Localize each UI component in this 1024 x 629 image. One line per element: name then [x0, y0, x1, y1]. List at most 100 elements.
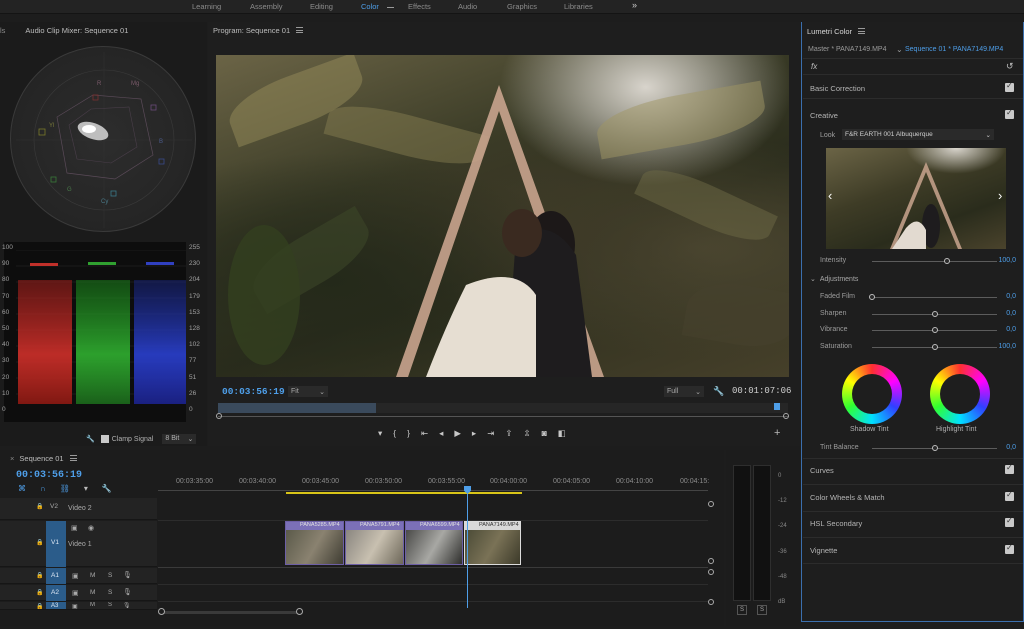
section-color-wheels-match[interactable]: Color Wheels & Match	[810, 493, 885, 502]
film-icon[interactable]: ▣	[72, 603, 78, 609]
meter-solo-left-button[interactable]: S	[737, 605, 747, 615]
film-icon[interactable]: ▣	[72, 589, 79, 597]
panel-menu-icon[interactable]	[69, 455, 77, 461]
nest-icon[interactable]: ⌘	[18, 484, 26, 493]
timeline-settings-wrench-icon[interactable]: 🔧	[102, 484, 112, 493]
comparison-view-icon[interactable]: ◧	[558, 428, 566, 439]
microphone-icon[interactable]: 🎙	[123, 602, 131, 609]
program-playhead[interactable]	[774, 403, 780, 410]
vignette-checkbox[interactable]	[1005, 543, 1014, 554]
playback-resolution-select[interactable]: Full ⌄	[664, 386, 704, 397]
workspace-tab-assembly[interactable]: Assembly	[250, 2, 283, 11]
program-monitor-title[interactable]: Program: Sequence 01	[213, 26, 290, 35]
tint-balance-knob[interactable]	[931, 445, 938, 451]
workspace-tab-effects[interactable]: Effects	[408, 2, 431, 11]
workspace-tab-graphics[interactable]: Graphics	[507, 2, 537, 11]
linked-selection-icon[interactable]: ⛓	[60, 484, 70, 493]
vibrance-value[interactable]: 0,0	[1006, 326, 1016, 333]
timeline-clip-selected[interactable]: PANA7149.MP4	[464, 521, 521, 565]
lumetri-title[interactable]: Lumetri Color	[807, 27, 852, 36]
program-current-time[interactable]: 00:03:56:19	[222, 386, 285, 397]
scopes-tab-label[interactable]: ls	[0, 26, 5, 35]
section-curves[interactable]: Curves	[810, 466, 834, 475]
timeline-clip[interactable]: PANA6599.MP4	[405, 521, 463, 565]
panel-menu-icon[interactable]	[858, 28, 866, 34]
horizontal-scrollbar[interactable]	[161, 611, 301, 614]
workspace-tab-color[interactable]: Color	[361, 2, 379, 11]
go-to-out-icon[interactable]: ⇥	[487, 428, 494, 439]
section-creative[interactable]: Creative	[810, 111, 838, 120]
audio-clip-mixer-tab[interactable]: Audio Clip Mixer: Sequence 01	[25, 26, 128, 35]
saturation-knob[interactable]	[931, 344, 938, 350]
section-basic-correction[interactable]: Basic Correction	[810, 84, 865, 93]
program-scrub-bar[interactable]	[218, 403, 788, 417]
sharpen-value[interactable]: 0,0	[1006, 310, 1016, 317]
master-clip-label[interactable]: Master * PANA7149.MP4	[808, 46, 886, 53]
go-to-in-icon[interactable]: ⇤	[421, 428, 428, 439]
hsl-secondary-checkbox[interactable]	[1005, 516, 1014, 527]
scroll-handle[interactable]	[708, 569, 714, 575]
scroll-handle[interactable]	[708, 599, 714, 605]
track-header-a3[interactable]: 🔒 A3 ▣ M S 🎙	[0, 602, 157, 610]
lock-icon[interactable]: 🔒	[36, 603, 43, 609]
program-video-frame[interactable]	[216, 55, 789, 377]
lock-icon[interactable]: 🔒	[36, 572, 43, 579]
previous-look-icon[interactable]: ‹	[828, 188, 832, 203]
mute-button[interactable]: M	[90, 602, 95, 608]
solo-button[interactable]: S	[108, 572, 112, 579]
look-select[interactable]: F&R EARTH 001 Albuquerque ⌄	[842, 129, 994, 140]
mark-in-icon[interactable]: {	[393, 428, 396, 438]
microphone-icon[interactable]: 🎙	[123, 571, 132, 579]
timeline-current-time[interactable]: 00:03:56:19	[16, 469, 82, 481]
zoom-handle-right[interactable]	[783, 413, 789, 419]
lock-icon[interactable]: 🔒	[36, 589, 43, 596]
lock-icon[interactable]: 🔒	[36, 503, 43, 510]
intensity-knob[interactable]	[944, 258, 950, 264]
panel-menu-icon[interactable]	[296, 27, 304, 33]
solo-button[interactable]: S	[108, 589, 112, 596]
close-icon[interactable]: ×	[10, 454, 14, 463]
sharpen-knob[interactable]	[931, 311, 938, 317]
timeline-playhead-line[interactable]	[467, 494, 468, 608]
more-workspaces-icon[interactable]: »	[632, 0, 637, 10]
step-back-icon[interactable]: ◂	[439, 428, 443, 439]
reset-icon[interactable]: ↺	[1006, 61, 1014, 72]
button-editor-plus-icon[interactable]: +	[774, 427, 780, 439]
intensity-track[interactable]	[872, 261, 997, 262]
clamp-signal-checkbox[interactable]	[100, 435, 109, 443]
section-hsl-secondary[interactable]: HSL Secondary	[810, 519, 862, 528]
look-preview-thumbnail[interactable]	[826, 148, 1006, 249]
workspace-tab-editing[interactable]: Editing	[310, 2, 333, 11]
track-header-a2[interactable]: 🔒 A2 ▣ M S 🎙	[0, 585, 157, 601]
settings-wrench-icon[interactable]: 🔧	[713, 386, 724, 397]
track-header-v1[interactable]: 🔒 V1 ▣ ◉ Video 1	[0, 521, 157, 567]
track-header-v2[interactable]: 🔒 V2 Video 2	[0, 498, 157, 520]
vibrance-knob[interactable]	[931, 327, 938, 333]
snap-magnet-icon[interactable]: ∩	[40, 484, 46, 493]
sequence-clip-label[interactable]: Sequence 01 * PANA7149.MP4	[905, 46, 1003, 53]
microphone-icon[interactable]: 🎙	[123, 588, 132, 596]
timeline-clip[interactable]: PANA5791.MP4	[345, 521, 404, 565]
wrench-icon[interactable]: 🔧	[86, 435, 95, 443]
chevron-down-icon[interactable]: ⌄	[896, 45, 903, 54]
extract-icon[interactable]: ⇫	[523, 428, 530, 439]
faded-film-value[interactable]: 0,0	[1006, 293, 1016, 300]
eye-icon[interactable]: ◉	[88, 524, 94, 532]
zoom-fit-select[interactable]: Fit ⌄	[288, 386, 328, 397]
curves-checkbox[interactable]	[1005, 463, 1014, 474]
bit-depth-select[interactable]: 8 Bit ⌄	[162, 434, 197, 444]
track-id-v1[interactable]: V1	[46, 521, 66, 567]
scroll-handle[interactable]	[708, 558, 714, 564]
film-icon[interactable]: ▣	[71, 524, 78, 532]
scroll-handle[interactable]	[708, 501, 714, 507]
mute-button[interactable]: M	[90, 572, 95, 579]
mark-out-icon[interactable]: }	[407, 428, 410, 438]
step-forward-icon[interactable]: ▸	[472, 428, 476, 439]
play-icon[interactable]: ▶	[454, 428, 461, 439]
add-marker-icon[interactable]: ▾	[378, 428, 382, 439]
next-look-icon[interactable]: ›	[998, 188, 1002, 203]
export-frame-icon[interactable]: ◙	[542, 428, 547, 438]
workspace-tab-learning[interactable]: Learning	[192, 2, 221, 11]
saturation-value[interactable]: 100,0	[998, 343, 1016, 350]
adjustments-header[interactable]: ⌄ Adjustments	[810, 275, 858, 284]
